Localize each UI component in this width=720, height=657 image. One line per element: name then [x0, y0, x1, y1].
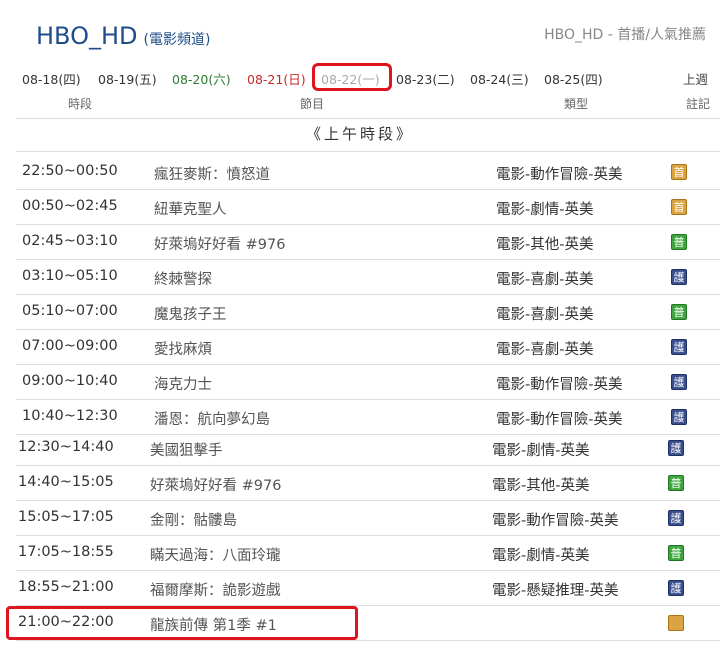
schedule-row[interactable]: 14:40~15:05 好萊塢好好看 #976 電影-其他-英美 普: [0, 465, 720, 500]
row-genre: 電影-劇情-英美: [492, 548, 590, 564]
schedule-row[interactable]: 05:10~07:00 魔鬼孩子王 電影-喜劇-英美 普: [0, 294, 720, 329]
date-tab-0821[interactable]: 08-21(日): [247, 69, 306, 88]
row-genre: 電影-動作冒險-英美: [496, 377, 623, 393]
rating-badge-icon: 首: [671, 199, 687, 215]
row-time: 17:05~18:55: [18, 544, 114, 560]
row-time: 15:05~17:05: [18, 509, 114, 525]
rating-badge-icon: 護: [668, 580, 684, 596]
row-program-title[interactable]: 瘋狂麥斯：憤怒道: [154, 163, 270, 184]
row-time: 00:50~02:45: [22, 198, 118, 214]
col-header-time: 時段: [68, 97, 93, 111]
rating-badge-icon: 護: [671, 269, 687, 285]
row-time: 05:10~07:00: [22, 303, 118, 319]
row-program-title[interactable]: 紐華克聖人: [154, 198, 227, 219]
row-program-title[interactable]: 好萊塢好好看 #976: [154, 233, 285, 254]
row-genre: 電影-喜劇-英美: [496, 272, 594, 288]
schedule-row[interactable]: 03:10~05:10 終棘警探 電影-喜劇-英美 護: [0, 259, 720, 294]
row-time: 10:40~12:30: [22, 408, 118, 424]
schedule-row[interactable]: 00:50~02:45 紐華克聖人 電影-劇情-英美 首: [0, 189, 720, 224]
divider: [16, 151, 720, 152]
row-program-title[interactable]: 瞞天過海：八面玲瓏: [150, 544, 281, 565]
row-time: 09:00~10:40: [22, 373, 118, 389]
row-time: 03:10~05:10: [22, 268, 118, 284]
row-genre: 電影-其他-英美: [496, 237, 594, 253]
schedule-row[interactable]: 07:00~09:00 愛找麻煩 電影-喜劇-英美 護: [0, 329, 720, 364]
rating-badge-icon: 護: [668, 440, 684, 456]
channel-name: HBO_HD: [36, 22, 138, 50]
prev-week-link[interactable]: 上週: [683, 69, 708, 88]
row-genre: 電影-劇情-英美: [492, 443, 590, 459]
row-program-title[interactable]: 海克力士: [154, 373, 212, 394]
row-program-title[interactable]: 美國狙擊手: [150, 439, 223, 460]
divider: [16, 118, 720, 119]
channel-title: HBO_HD (電影頻道): [36, 22, 210, 50]
row-genre: 電影-喜劇-英美: [496, 307, 594, 323]
rating-badge-icon: 普: [668, 475, 684, 491]
col-header-program: 節目: [300, 97, 325, 111]
row-program-title[interactable]: 好萊塢好好看 #976: [150, 474, 281, 495]
row-program-title[interactable]: 金剛：骷髏島: [150, 509, 237, 530]
row-genre: 電影-其他-英美: [492, 478, 590, 494]
date-tab-0819[interactable]: 08-19(五): [98, 69, 157, 88]
schedule-row[interactable]: 10:40~12:30 潘恩：航向夢幻島 電影-動作冒險-英美 護: [0, 399, 720, 434]
rating-badge-icon: 普: [671, 304, 687, 320]
row-genre: 電影-動作冒險-英美: [496, 167, 623, 183]
row-genre: 電影-劇情-英美: [496, 202, 594, 218]
row-genre: 電影-動作冒險-英美: [496, 412, 623, 428]
rating-badge-icon: 護: [671, 339, 687, 355]
premiere-link[interactable]: HBO_HD - 首播/人氣推薦: [544, 24, 706, 44]
date-tab-0823[interactable]: 08-23(二): [396, 69, 455, 88]
date-tab-0818[interactable]: 08-18(四): [22, 69, 81, 88]
row-time: 18:55~21:00: [18, 579, 114, 595]
col-header-genre: 類型: [564, 97, 589, 111]
row-time: 02:45~03:10: [22, 233, 118, 249]
selected-date-highlight: [312, 63, 392, 91]
schedule-row[interactable]: 15:05~17:05 金剛：骷髏島 電影-動作冒險-英美 護: [0, 500, 720, 535]
rating-badge-icon: 護: [668, 510, 684, 526]
row-program-title[interactable]: 福爾摩斯：詭影遊戲: [150, 579, 281, 600]
row-time: 14:40~15:05: [18, 474, 114, 490]
row-time: 22:50~00:50: [22, 163, 118, 179]
row-time: 12:30~14:40: [18, 439, 114, 455]
schedule-row[interactable]: 17:05~18:55 瞞天過海：八面玲瓏 電影-劇情-英美 普: [0, 535, 720, 570]
schedule-row[interactable]: 22:50~00:50 瘋狂麥斯：憤怒道 電影-動作冒險-英美 首: [0, 154, 720, 189]
rating-badge-icon: 首: [671, 164, 687, 180]
schedule-row[interactable]: 02:45~03:10 好萊塢好好看 #976 電影-其他-英美 普: [0, 224, 720, 259]
rating-badge-icon: [668, 615, 684, 631]
row-divider: [16, 640, 720, 641]
rating-badge-icon: 普: [668, 545, 684, 561]
date-tab-0824[interactable]: 08-24(三): [470, 69, 529, 88]
section-title: 《上午時段》: [305, 125, 414, 143]
schedule-row[interactable]: 12:30~14:40 美國狙擊手 電影-劇情-英美 護: [0, 430, 720, 465]
date-tab-0825[interactable]: 08-25(四): [544, 69, 603, 88]
row-program-title[interactable]: 潘恩：航向夢幻島: [154, 408, 270, 429]
row-program-title[interactable]: 愛找麻煩: [154, 338, 212, 359]
rating-badge-icon: 普: [671, 234, 687, 250]
row-program-title[interactable]: 魔鬼孩子王: [154, 303, 227, 324]
rating-badge-icon: 護: [671, 409, 687, 425]
row-program-title[interactable]: 終棘警探: [154, 268, 212, 289]
row-time: 07:00~09:00: [22, 338, 118, 354]
row-genre: 電影-動作冒險-英美: [492, 513, 619, 529]
row-genre: 電影-喜劇-英美: [496, 342, 594, 358]
rating-badge-icon: 護: [671, 374, 687, 390]
current-program-highlight: [6, 606, 358, 640]
row-genre: 電影-懸疑推理-英美: [492, 583, 619, 599]
schedule-row[interactable]: 09:00~10:40 海克力士 電影-動作冒險-英美 護: [0, 364, 720, 399]
date-tab-0820[interactable]: 08-20(六): [172, 69, 231, 88]
schedule-row[interactable]: 18:55~21:00 福爾摩斯：詭影遊戲 電影-懸疑推理-英美 護: [0, 570, 720, 605]
col-header-note: 註記: [686, 97, 711, 111]
channel-subtitle: (電影頻道): [143, 32, 211, 48]
